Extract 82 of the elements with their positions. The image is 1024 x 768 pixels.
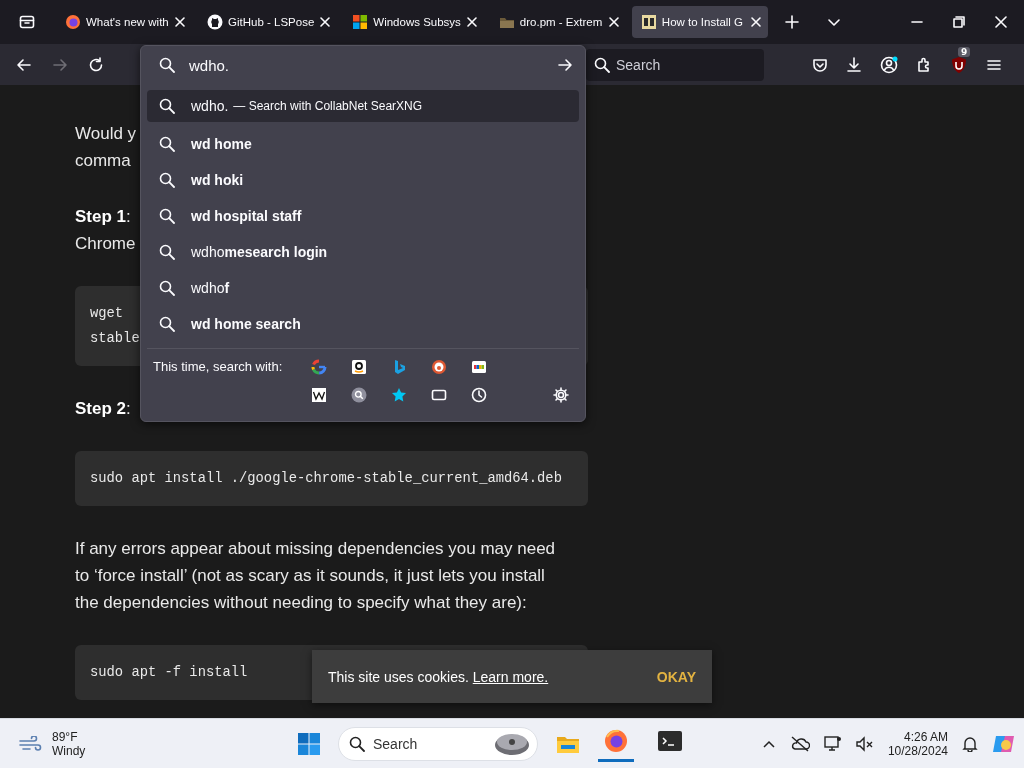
wiki-icon[interactable]: [311, 387, 327, 403]
suggestion-item[interactable]: wd hospital staff: [147, 198, 579, 234]
search-icon: [594, 56, 610, 73]
search-icon: [349, 735, 365, 752]
shopping-icon[interactable]: [351, 359, 367, 375]
account-icon[interactable]: [880, 55, 898, 74]
suggestion-item[interactable]: wdho. — Search with CollabNet SearXNG: [147, 90, 579, 122]
close-icon[interactable]: [749, 16, 762, 28]
search-icon: [159, 316, 175, 332]
close-icon[interactable]: [319, 16, 332, 28]
restore-icon[interactable]: [953, 16, 965, 28]
monitor-icon[interactable]: [823, 735, 842, 752]
close-icon[interactable]: [174, 16, 186, 28]
search-icon: [159, 136, 175, 152]
shield-icon[interactable]: [950, 55, 968, 74]
learn-more-link[interactable]: Learn more.: [472, 668, 549, 685]
duck-icon[interactable]: [431, 359, 447, 375]
reload-icon[interactable]: [88, 56, 104, 73]
code-text: sudo apt install ./google-chrome-stable_current_amd64.deb: [90, 470, 562, 488]
weather-condition: Windy: [52, 743, 86, 758]
paragraph-text: Step 2:: [75, 398, 131, 420]
disc-icon: [494, 731, 530, 756]
browser-tab[interactable]: dro.pm - Extrem: [489, 6, 626, 38]
browser-tab[interactable]: Windows Subsys: [343, 6, 484, 38]
back-icon[interactable]: [16, 56, 32, 73]
suggestion-item[interactable]: wdhof: [147, 270, 579, 306]
bell-icon[interactable]: [962, 735, 978, 752]
close-icon[interactable]: [607, 16, 620, 28]
wind-icon[interactable]: [18, 735, 42, 752]
paragraph-text: If any errors appear about missing dependencies you may need to ‘force install’ (not as scary as it sounds, it just lets you install the dependencies without needing to specify what they are):: [75, 538, 556, 614]
search-icon: [159, 172, 175, 188]
tab-icon[interactable]: [431, 387, 447, 403]
suggestion-item[interactable]: wd home: [147, 126, 579, 162]
forward-icon[interactable]: [52, 56, 68, 73]
cookie-notice: This site uses cookies. Learn more.: [328, 668, 549, 685]
okay-button[interactable]: OKAY: [656, 664, 696, 689]
count-badge: 9: [958, 46, 971, 57]
settings-icon[interactable]: [553, 386, 569, 403]
go-arrow-icon[interactable]: [557, 57, 573, 73]
search-icon: [159, 244, 175, 260]
paragraph-text: Step 1: Chrome: [75, 206, 136, 255]
search-engine-icon[interactable]: [351, 387, 367, 403]
speaker-muted-icon[interactable]: [855, 735, 874, 752]
pocket-icon[interactable]: [812, 56, 828, 73]
extensions-icon[interactable]: [916, 56, 932, 73]
cloud-off-icon[interactable]: [789, 735, 810, 752]
search-with-label: This time, search with:: [153, 359, 284, 375]
google-icon[interactable]: [311, 359, 327, 375]
search-icon: [159, 280, 175, 296]
download-icon[interactable]: [846, 56, 862, 73]
browser-tab[interactable]: GitHub - LSPose: [198, 6, 338, 38]
terminal-icon[interactable]: [658, 731, 682, 751]
suggestion-item[interactable]: wd home search: [147, 306, 579, 342]
search-field[interactable]: Search: [586, 48, 764, 81]
address-field[interactable]: wdho.: [189, 56, 543, 74]
tray-icon: [19, 14, 35, 30]
search-icon: [159, 98, 175, 114]
taskbar-search-field[interactable]: Search: [338, 726, 538, 761]
close-icon[interactable]: [995, 16, 1007, 28]
start-icon[interactable]: [298, 732, 320, 755]
favicon-icon: [640, 14, 657, 30]
close-icon[interactable]: [465, 16, 478, 28]
browser-icon[interactable]: [604, 729, 628, 753]
browser-tab[interactable]: How to Install G: [631, 6, 768, 38]
add-icon[interactable]: [783, 14, 800, 30]
paragraph-text: Would y comma: [75, 123, 137, 172]
clock-time: 4:26 AM: [903, 729, 948, 744]
suggestion-item[interactable]: wdhomesearch login: [147, 234, 579, 270]
search-icon: [159, 208, 175, 224]
star-icon[interactable]: [391, 387, 407, 403]
code-text: wget stable: [90, 305, 140, 348]
code-text: sudo apt -f install: [90, 664, 248, 682]
browser-tab[interactable]: What's new with: [56, 6, 192, 38]
favicon-icon: [65, 14, 81, 30]
market-icon[interactable]: [471, 359, 487, 375]
clock-date: 10/28/2024: [887, 743, 948, 758]
favicon-icon: [207, 14, 223, 30]
suggestion-item[interactable]: wd hoki: [147, 162, 579, 198]
favicon-icon: [352, 14, 369, 30]
temperature-text: 89°F: [52, 729, 79, 744]
search-icon: [159, 57, 175, 73]
history-icon[interactable]: [471, 387, 487, 403]
